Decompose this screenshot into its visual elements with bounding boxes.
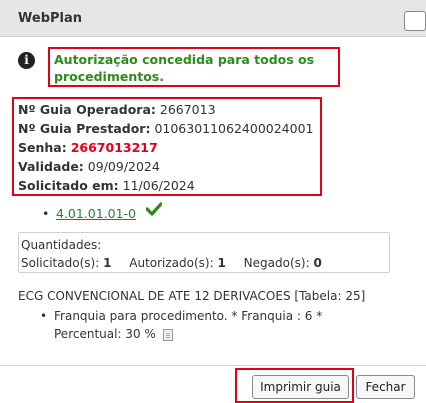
info-icon: i	[18, 52, 35, 69]
procedure-code-link[interactable]: 4.01.01.01-0	[56, 206, 136, 221]
authorization-highlight: Autorização concedida para todos os proc…	[48, 47, 340, 87]
document-icon[interactable]	[162, 328, 173, 341]
quantities-panel: Quantidades: Solicitado(s): 1 Autorizado…	[18, 232, 390, 273]
window-titlebar: WebPlan	[0, 0, 426, 37]
close-button[interactable]: Fechar	[356, 375, 415, 399]
exam-description: ECG CONVENCIONAL DE ATE 12 DERIVACOES [T…	[18, 289, 366, 303]
quantities-title: Quantidades:	[21, 238, 102, 252]
guide-senha: Senha: 2667013217	[18, 140, 158, 155]
guide-validade: Validade: 09/09/2024	[18, 159, 160, 174]
guide-solicitado: Solicitado em: 11/06/2024	[18, 178, 195, 193]
window-title: WebPlan	[18, 11, 83, 26]
guide-operadora: Nº Guia Operadora: 2667013	[18, 102, 216, 117]
guide-prestador: Nº Guia Prestador: 01063011062400024001	[18, 121, 314, 136]
footer-divider	[0, 365, 426, 366]
franquia-text: Franquia para procedimento. * Franquia :…	[54, 309, 323, 341]
check-icon	[146, 202, 162, 216]
maximize-button[interactable]	[404, 11, 426, 31]
authorization-message: Autorização concedida para todos os proc…	[54, 52, 315, 84]
guide-details: Nº Guia Operadora: 2667013 Nº Guia Prest…	[12, 97, 322, 196]
print-guide-button[interactable]: Imprimir guia	[252, 375, 349, 399]
quantities-values: Solicitado(s): 1 Autorizado(s): 1 Negado…	[21, 256, 322, 270]
